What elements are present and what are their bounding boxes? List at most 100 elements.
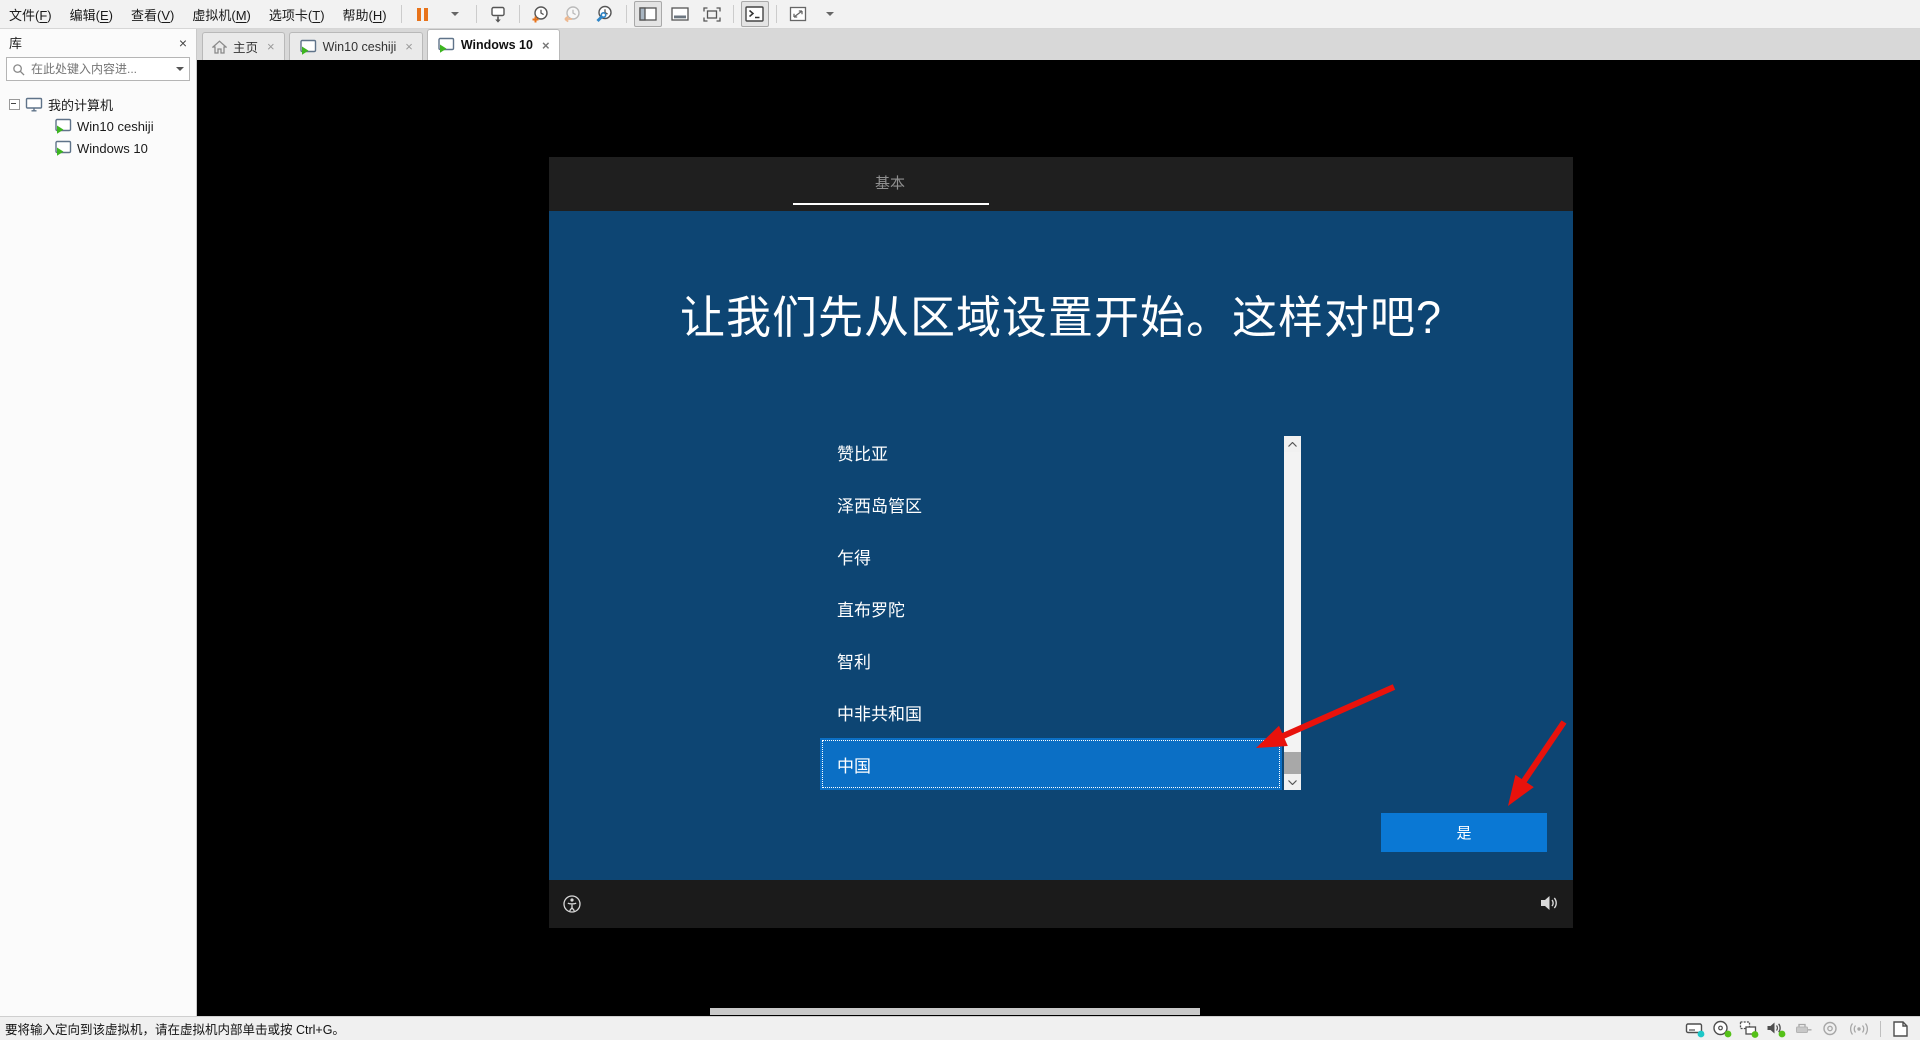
- tree-item-label: 我的计算机: [48, 97, 114, 113]
- region-option[interactable]: 乍得: [820, 530, 1282, 582]
- oobe-section-label: 基本: [874, 175, 905, 192]
- oobe-title: 让我们先从区域设置开始。这样对吧?: [679, 292, 1443, 343]
- toolbar-divider: [518, 5, 520, 23]
- tab-win10-ceshiji[interactable]: Win10 ceshiji ×: [288, 32, 423, 60]
- free-stretch-icon: [789, 6, 806, 22]
- revert-snapshot-icon: [564, 6, 580, 23]
- console-view-icon: [745, 6, 764, 22]
- unity-mode-icon: [702, 6, 721, 22]
- status-divider: [1880, 1020, 1881, 1037]
- computer-icon: [25, 97, 43, 111]
- tab-label: Win10 ceshiji: [322, 39, 397, 54]
- status-bar: 要将输入定向到该虚拟机，请在虚拟机内部单击或按 Ctrl+G。: [0, 1016, 1920, 1040]
- usb-icon[interactable]: [1793, 1020, 1814, 1038]
- tab-close-icon[interactable]: ×: [405, 40, 413, 53]
- cd-dvd-icon[interactable]: [1712, 1020, 1733, 1038]
- search-dropdown-icon[interactable]: [176, 67, 184, 71]
- library-title: 库: [9, 36, 23, 51]
- tree-item-vm-windows-10[interactable]: Windows 10: [0, 137, 196, 159]
- sound-icon[interactable]: [1766, 1020, 1787, 1038]
- menu-tabs[interactable]: 选项卡(T): [260, 5, 334, 24]
- region-option[interactable]: 直布罗陀: [820, 582, 1282, 634]
- suspend-button[interactable]: [409, 1, 437, 27]
- vm-icon: [299, 39, 316, 55]
- region-option[interactable]: 智利: [820, 634, 1282, 686]
- revert-snapshot-button[interactable]: [559, 1, 587, 27]
- library-toggle-button[interactable]: [633, 1, 662, 27]
- console-view-button[interactable]: [740, 1, 769, 27]
- menu-view[interactable]: 查看(V): [122, 5, 183, 24]
- menu-edit[interactable]: 编辑(E): [61, 5, 122, 24]
- ctrl-alt-del-button[interactable]: [484, 1, 512, 27]
- show-library-icon: [638, 7, 657, 21]
- library-search[interactable]: [6, 57, 190, 81]
- toolbar-divider: [400, 5, 402, 23]
- yes-button[interactable]: 是: [1381, 813, 1547, 852]
- vm-icon: [55, 140, 72, 156]
- tab-close-icon[interactable]: ×: [542, 39, 550, 52]
- tree-item-vm-win10-ceshiji[interactable]: Win10 ceshiji: [0, 115, 196, 137]
- tree-item-label: Win10 ceshiji: [77, 118, 154, 134]
- ease-of-access-icon[interactable]: [562, 894, 582, 914]
- unity-mode-button[interactable]: [698, 1, 726, 27]
- tab-close-icon[interactable]: ×: [267, 40, 275, 53]
- toolbar-divider: [475, 5, 477, 23]
- library-search-input[interactable]: [29, 61, 172, 77]
- take-snapshot-button[interactable]: [527, 1, 555, 27]
- oobe-header: 基本: [549, 157, 1573, 211]
- library-tree: 我的计算机 Win10 ceshiji Windows 10: [0, 93, 196, 159]
- windows-oobe-screen: 基本 让我们先从区域设置开始。这样对吧? 赞比亚 泽西岛管区 乍得 直布罗陀 智…: [549, 157, 1573, 928]
- suspend-icon: [417, 7, 429, 21]
- manage-snapshots-button[interactable]: [591, 1, 619, 27]
- menu-help[interactable]: 帮助(H): [334, 5, 396, 24]
- network-adapter-icon[interactable]: [1739, 1020, 1760, 1038]
- hard-disk-icon[interactable]: [1685, 1020, 1706, 1038]
- home-icon: [212, 39, 227, 54]
- suspend-dropdown[interactable]: [441, 1, 469, 27]
- vm-icon: [438, 37, 455, 53]
- tab-bar: 主页 × Win10 ceshiji × Windows 10 ×: [197, 29, 1920, 60]
- menu: 文件(F) 编辑(E) 查看(V) 虚拟机(M) 选项卡(T) 帮助(H): [0, 0, 396, 28]
- thumbnail-bar-button[interactable]: [666, 1, 694, 27]
- tree-item-label: Windows 10: [77, 140, 148, 156]
- vm-icon: [55, 118, 72, 134]
- status-message: 要将输入定向到该虚拟机，请在虚拟机内部单击或按 Ctrl+G。: [5, 1023, 345, 1037]
- ctrl-alt-del-icon: [490, 6, 505, 23]
- menu-vm[interactable]: 虚拟机(M): [183, 5, 260, 24]
- region-option-selected[interactable]: 中国: [820, 738, 1282, 790]
- chevron-down-icon: [450, 12, 459, 16]
- scroll-up-icon[interactable]: [1284, 436, 1301, 452]
- fullscreen-button[interactable]: [784, 1, 812, 27]
- region-option[interactable]: 赞比亚: [820, 426, 1282, 478]
- tab-windows-10[interactable]: Windows 10 ×: [426, 29, 560, 60]
- volume-icon[interactable]: [1539, 894, 1559, 912]
- toolbar-divider: [625, 5, 627, 23]
- library-close-icon[interactable]: ×: [179, 36, 187, 50]
- horizontal-scrollbar-thumb[interactable]: [710, 1008, 1200, 1015]
- region-option[interactable]: 泽西岛管区: [820, 478, 1282, 530]
- library-panel: 库 × 我的计算机 Win10 ceshiji: [0, 29, 197, 1016]
- webcam-icon[interactable]: [1820, 1020, 1841, 1038]
- chevron-down-icon: [825, 12, 834, 16]
- search-icon: [13, 63, 25, 76]
- take-snapshot-icon: [532, 6, 548, 23]
- message-log-icon[interactable]: [1890, 1020, 1910, 1038]
- tab-home[interactable]: 主页 ×: [202, 32, 285, 60]
- wifi-icon[interactable]: [1847, 1020, 1871, 1038]
- vm-console-area[interactable]: 基本 让我们先从区域设置开始。这样对吧? 赞比亚 泽西岛管区 乍得 直布罗陀 智…: [197, 60, 1920, 1016]
- scrollbar-thumb[interactable]: [1284, 752, 1301, 774]
- collapse-icon[interactable]: [9, 98, 20, 110]
- region-list-scrollbar[interactable]: [1284, 436, 1301, 790]
- top-menubar: 文件(F) 编辑(E) 查看(V) 虚拟机(M) 选项卡(T) 帮助(H): [0, 0, 1920, 29]
- status-device-icons: [1685, 1020, 1920, 1038]
- manage-snapshots-icon: [596, 5, 612, 23]
- region-option[interactable]: 中非共和国: [820, 686, 1282, 738]
- tab-label: Windows 10: [460, 38, 533, 52]
- toolbar-divider: [732, 5, 734, 23]
- tab-label: 主页: [233, 41, 259, 55]
- fullscreen-dropdown[interactable]: [816, 1, 844, 27]
- tree-item-my-computer[interactable]: 我的计算机: [0, 93, 196, 115]
- menu-file[interactable]: 文件(F): [0, 5, 61, 24]
- scroll-down-icon[interactable]: [1284, 774, 1301, 790]
- region-list: 赞比亚 泽西岛管区 乍得 直布罗陀 智利 中非共和国 中国: [820, 426, 1282, 790]
